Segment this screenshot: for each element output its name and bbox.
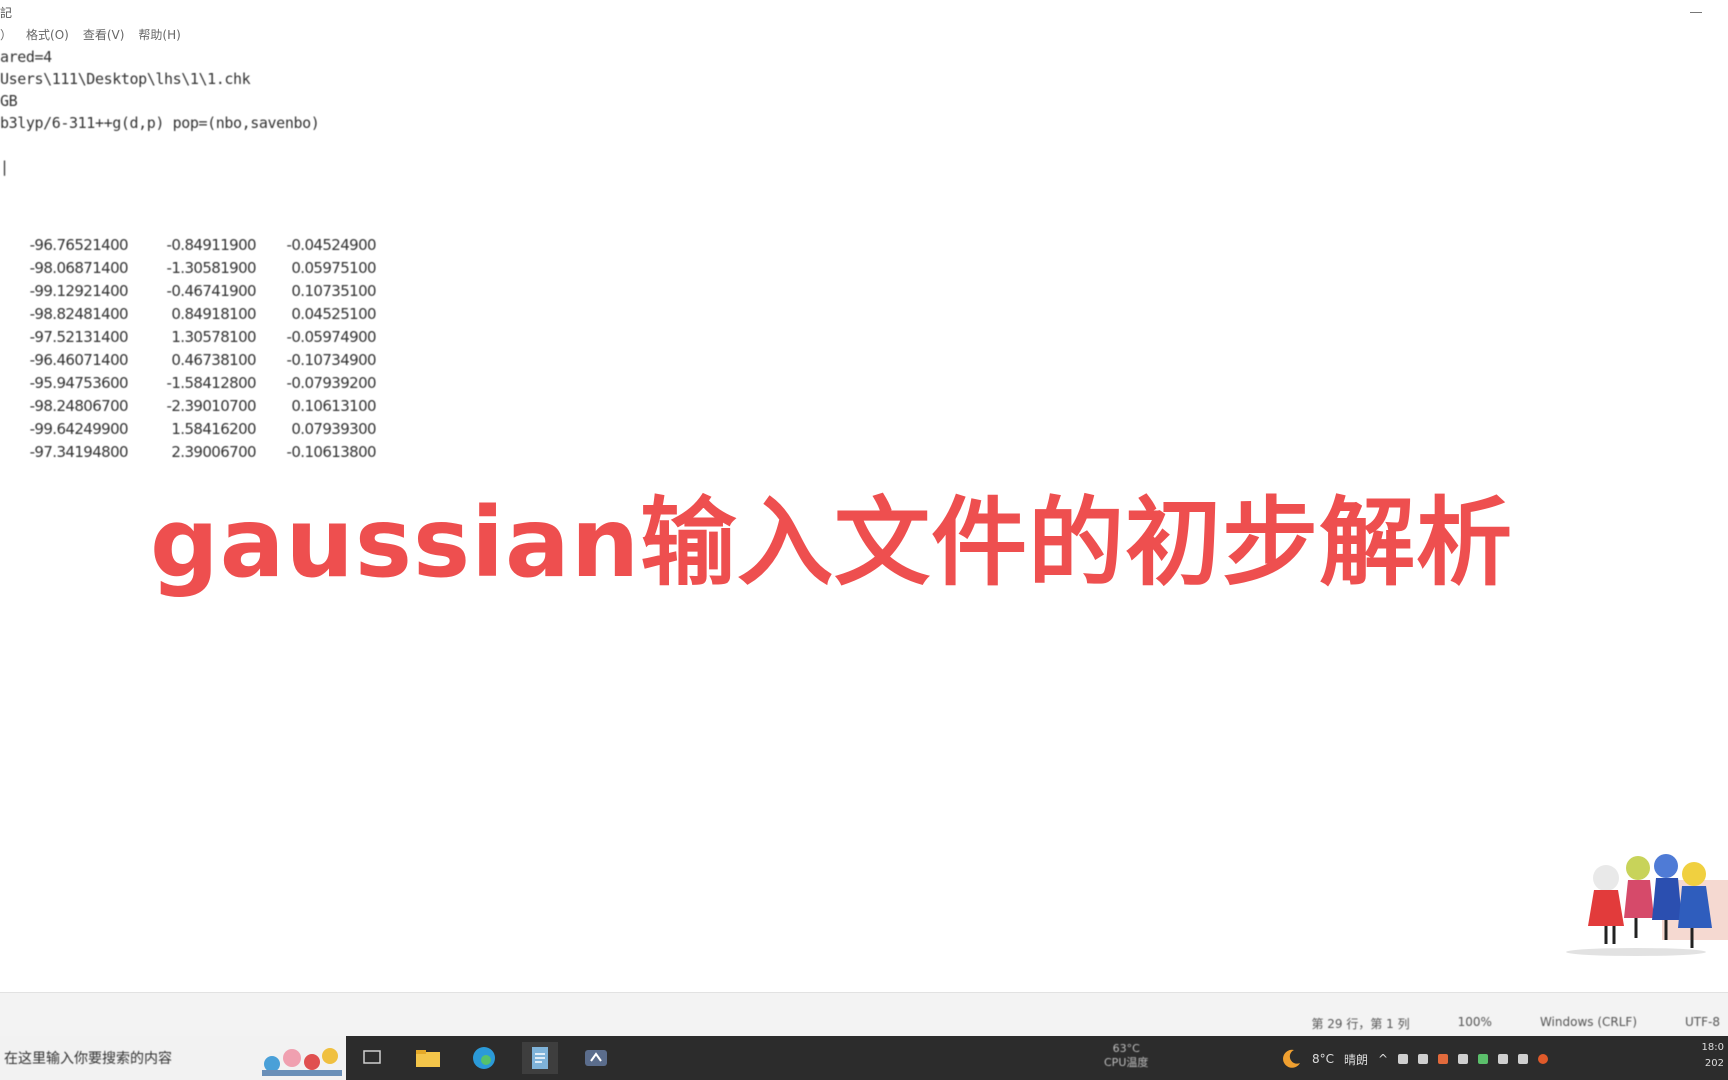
x-value: -97.34194800 xyxy=(29,442,129,461)
coordinate-row: -98.82481400 0.84918100 0.04525100 xyxy=(8,302,377,325)
taskbar: 在这里输入你要搜索的内容 63°C CPU温度 8°C 晴朗 ^ 18:0 20… xyxy=(0,1036,1728,1080)
z-value: 0.10613100 xyxy=(291,396,376,415)
task-view-icon xyxy=(363,1050,381,1064)
cpu-temp-value: 63°C xyxy=(1112,1042,1140,1055)
x-value: -96.46071400 xyxy=(29,350,129,369)
y-value: 0.46738100 xyxy=(171,350,256,369)
editor-line: b3lyp/6-311++g(d,p) pop=(nbo,savenbo) xyxy=(0,114,320,132)
screen: 記 ） 格式(O) 查看(V) 帮助(H) ared=4 Users\111\D… xyxy=(0,0,1728,1080)
menu-edit[interactable]: ） xyxy=(0,26,12,44)
weather-temp[interactable]: 8°C xyxy=(1312,1052,1334,1066)
cpu-temperature-widget[interactable]: 63°C CPU温度 xyxy=(1104,1042,1148,1070)
y-value: 1.30578100 xyxy=(171,327,256,346)
x-value: -98.06871400 xyxy=(29,258,129,277)
x-value: -97.52131400 xyxy=(29,327,129,346)
z-value: 0.05975100 xyxy=(291,258,376,277)
x-value: -95.94753600 xyxy=(29,373,129,392)
z-value: -0.05974900 xyxy=(286,327,377,346)
coordinate-row: -99.12921400 -0.46741900 0.10735100 xyxy=(8,279,377,302)
video-caption: gaussian输入文件的初步解析 xyxy=(150,487,1514,599)
battery-icon[interactable] xyxy=(1458,1054,1469,1064)
y-value: -2.39010700 xyxy=(166,396,257,415)
edge-browser-button[interactable] xyxy=(466,1042,502,1074)
coordinate-row: -99.64249900 1.58416200 0.07939300 xyxy=(8,417,377,440)
y-value: 2.39006700 xyxy=(171,442,256,461)
app-button[interactable] xyxy=(578,1042,614,1074)
notepad-icon xyxy=(532,1047,548,1069)
y-value: -0.84911900 xyxy=(166,235,257,254)
z-value: 0.07939300 xyxy=(291,419,376,438)
editor-line: GB xyxy=(0,92,18,110)
editor-line: ared=4 xyxy=(0,48,52,66)
security-icon[interactable] xyxy=(1438,1054,1449,1064)
coordinate-row: -95.94753600 -1.58412800 -0.07939200 xyxy=(8,371,377,394)
edge-icon xyxy=(473,1047,495,1069)
y-value: 1.58416200 xyxy=(171,419,256,438)
coordinate-row: -97.52131400 1.30578100 -0.05974900 xyxy=(8,325,377,348)
z-value: -0.04524900 xyxy=(286,235,377,254)
mascot-characters-icon xyxy=(1566,854,1728,956)
y-value: -0.46741900 xyxy=(166,281,257,300)
taskbar-search-box[interactable]: 在这里输入你要搜索的内容 xyxy=(0,1036,346,1080)
wechat-icon[interactable] xyxy=(1478,1054,1489,1064)
z-value: 0.04525100 xyxy=(291,304,376,323)
menu-bar: ） 格式(O) 查看(V) 帮助(H) xyxy=(0,26,181,44)
x-value: -98.24806700 xyxy=(29,396,129,415)
clock-time: 18:0 xyxy=(1701,1042,1724,1053)
menu-view[interactable]: 查看(V) xyxy=(83,26,125,44)
cpu-temp-label: CPU温度 xyxy=(1104,1056,1149,1069)
coordinate-row: -97.34194800 2.39006700 -0.10613800 xyxy=(8,440,377,463)
x-value: -96.76521400 xyxy=(29,235,129,254)
notepad-button[interactable] xyxy=(522,1042,558,1074)
minimize-icon xyxy=(1690,11,1702,13)
cursor-position: 第 29 行，第 1 列 xyxy=(1311,1017,1410,1031)
usb-icon[interactable] xyxy=(1418,1054,1429,1064)
window-title: 記 xyxy=(0,6,13,20)
z-value: -0.10613800 xyxy=(286,442,377,461)
encoding: UTF-8 xyxy=(1685,1015,1720,1029)
title-bar: 記 xyxy=(0,0,1728,24)
chevron-up-icon[interactable]: ^ xyxy=(1378,1052,1388,1066)
coordinate-row: -98.06871400 -1.30581900 0.05975100 xyxy=(8,256,377,279)
x-value: -99.12921400 xyxy=(29,281,129,300)
z-value: 0.10735100 xyxy=(291,281,376,300)
weather-desc[interactable]: 晴朗 xyxy=(1344,1051,1368,1068)
clock-date: 202 xyxy=(1704,1058,1724,1069)
y-value: -1.30581900 xyxy=(166,258,257,277)
x-value: -99.64249900 xyxy=(29,419,129,438)
editor-line: Users\111\Desktop\lhs\1\1.chk xyxy=(0,70,251,88)
y-value: 0.84918100 xyxy=(171,304,256,323)
z-value: -0.07939200 xyxy=(286,373,377,392)
coordinate-row: -98.24806700 -2.39010700 0.10613100 xyxy=(8,394,377,417)
line-ending: Windows (CRLF) xyxy=(1539,1015,1638,1029)
moon-weather-icon xyxy=(1283,1049,1300,1068)
y-value: -1.58412800 xyxy=(166,373,257,392)
x-value: -98.82481400 xyxy=(29,304,129,323)
coordinate-row: -96.76521400 -0.84911900 -0.04524900 xyxy=(8,233,377,256)
search-placeholder: 在这里输入你要搜索的内容 xyxy=(4,1051,172,1067)
coordinate-block: -96.76521400 -0.84911900 -0.04524900 -98.0… xyxy=(8,233,377,463)
z-value: -0.10734900 xyxy=(286,350,377,369)
system-tray: 8°C 晴朗 ^ xyxy=(1280,1048,1549,1070)
search-highlight-icon xyxy=(262,1048,342,1076)
task-view-button[interactable] xyxy=(354,1042,390,1074)
file-explorer-button[interactable] xyxy=(410,1042,446,1074)
app-icon xyxy=(585,1050,607,1066)
menu-format[interactable]: 格式(O) xyxy=(26,26,69,44)
menu-help[interactable]: 帮助(H) xyxy=(138,26,180,44)
text-cursor: | xyxy=(0,158,9,176)
app-tray-icon[interactable] xyxy=(1538,1054,1549,1064)
status-items: 第 29 行，第 1 列 100% Windows (CRLF) UTF-8 xyxy=(1311,1015,1720,1032)
volume-icon[interactable] xyxy=(1498,1054,1509,1064)
zoom-level: 100% xyxy=(1457,1015,1492,1029)
file-explorer-icon xyxy=(416,1050,440,1067)
system-clock[interactable]: 18:0 202 xyxy=(1702,1040,1724,1072)
network-icon[interactable] xyxy=(1398,1054,1409,1064)
minimize-button[interactable] xyxy=(1684,2,1708,22)
ime-icon[interactable] xyxy=(1518,1054,1529,1064)
coordinate-row: -96.46071400 0.46738100 -0.10734900 xyxy=(8,348,377,371)
